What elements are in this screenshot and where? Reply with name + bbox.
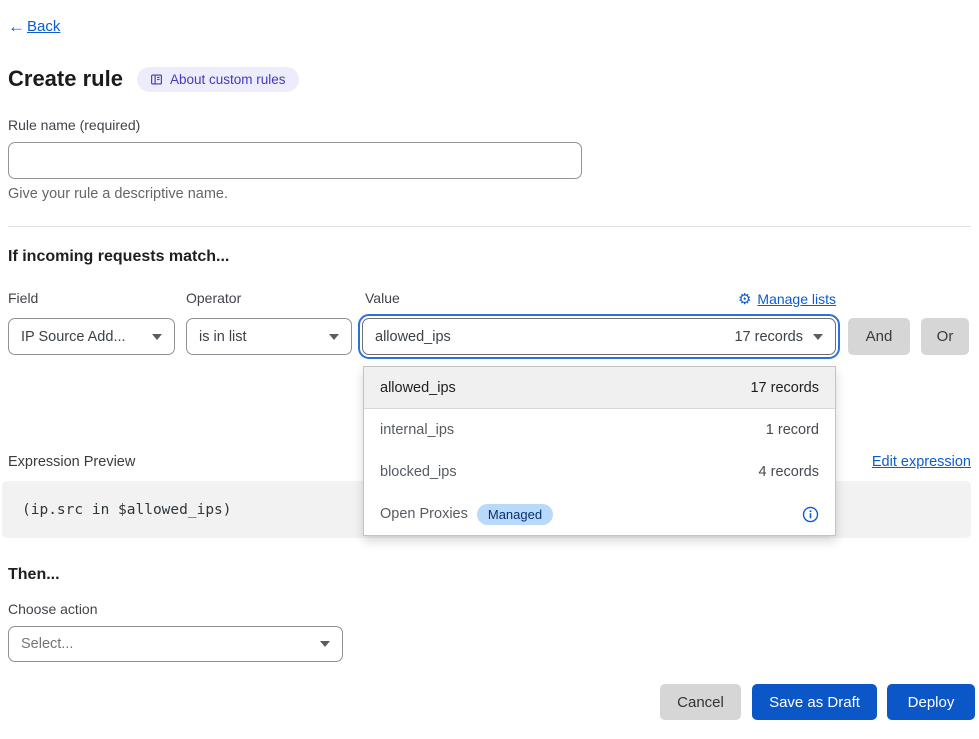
cancel-button[interactable]: Cancel xyxy=(660,684,741,720)
list-item-name: allowed_ips xyxy=(380,380,456,396)
deploy-button[interactable]: Deploy xyxy=(887,684,975,720)
field-select-value: IP Source Add... xyxy=(21,329,126,345)
rule-name-input[interactable] xyxy=(8,142,582,179)
manage-lists-link[interactable]: ⚙ Manage lists xyxy=(738,290,836,308)
chevron-down-icon xyxy=(813,334,823,340)
value-label: Value xyxy=(365,290,400,306)
list-item-name: internal_ips xyxy=(380,422,454,438)
back-link-label: Back xyxy=(27,18,60,35)
section-divider xyxy=(8,226,971,227)
field-select[interactable]: IP Source Add... xyxy=(8,318,175,355)
field-label: Field xyxy=(8,290,38,306)
list-item-internal-ips[interactable]: internal_ips 1 record xyxy=(364,409,835,451)
about-custom-rules-label: About custom rules xyxy=(170,72,286,87)
chevron-down-icon xyxy=(329,334,339,340)
info-icon[interactable] xyxy=(802,506,819,523)
list-item-allowed-ips[interactable]: allowed_ips 17 records xyxy=(364,367,835,409)
operator-select-value: is in list xyxy=(199,329,247,345)
chevron-down-icon xyxy=(320,641,330,647)
value-select[interactable]: allowed_ips 17 records xyxy=(362,318,836,355)
manage-lists-label: Manage lists xyxy=(757,291,836,307)
list-item-name: Open Proxies xyxy=(380,506,468,522)
rule-name-helper: Give your rule a descriptive name. xyxy=(8,186,228,202)
then-section-heading: Then... xyxy=(8,566,60,584)
back-link[interactable]: ← Back xyxy=(8,18,60,35)
choose-action-label: Choose action xyxy=(8,601,98,617)
action-select-placeholder: Select... xyxy=(21,636,73,652)
about-custom-rules-link[interactable]: About custom rules xyxy=(137,67,299,92)
and-button[interactable]: And xyxy=(848,318,910,355)
operator-label: Operator xyxy=(186,290,241,306)
or-button[interactable]: Or xyxy=(921,318,969,355)
expression-code: (ip.src in $allowed_ips) xyxy=(22,502,232,518)
gear-icon: ⚙ xyxy=(738,290,751,308)
book-icon xyxy=(150,73,163,86)
action-select[interactable]: Select... xyxy=(8,626,343,662)
managed-badge: Managed xyxy=(477,504,553,525)
title-row: Create rule About custom rules xyxy=(8,66,299,92)
value-select-value: allowed_ips xyxy=(375,329,451,345)
value-select-record-count: 17 records xyxy=(734,329,803,345)
list-item-open-proxies[interactable]: Open Proxies Managed xyxy=(364,493,835,535)
list-item-blocked-ips[interactable]: blocked_ips 4 records xyxy=(364,451,835,493)
operator-select[interactable]: is in list xyxy=(186,318,352,355)
expression-preview-label: Expression Preview xyxy=(8,454,135,470)
value-dropdown-menu: allowed_ips 17 records internal_ips 1 re… xyxy=(363,366,836,536)
list-item-count: 17 records xyxy=(750,380,819,396)
list-item-count: 4 records xyxy=(759,464,819,480)
page-title: Create rule xyxy=(8,66,123,92)
list-item-count: 1 record xyxy=(766,422,819,438)
list-item-name: blocked_ips xyxy=(380,464,457,480)
back-arrow-icon: ← xyxy=(8,18,25,35)
rule-name-label: Rule name (required) xyxy=(8,117,140,133)
chevron-down-icon xyxy=(152,334,162,340)
save-as-draft-button[interactable]: Save as Draft xyxy=(752,684,877,720)
edit-expression-link[interactable]: Edit expression xyxy=(872,454,971,470)
match-section-heading: If incoming requests match... xyxy=(8,248,229,266)
